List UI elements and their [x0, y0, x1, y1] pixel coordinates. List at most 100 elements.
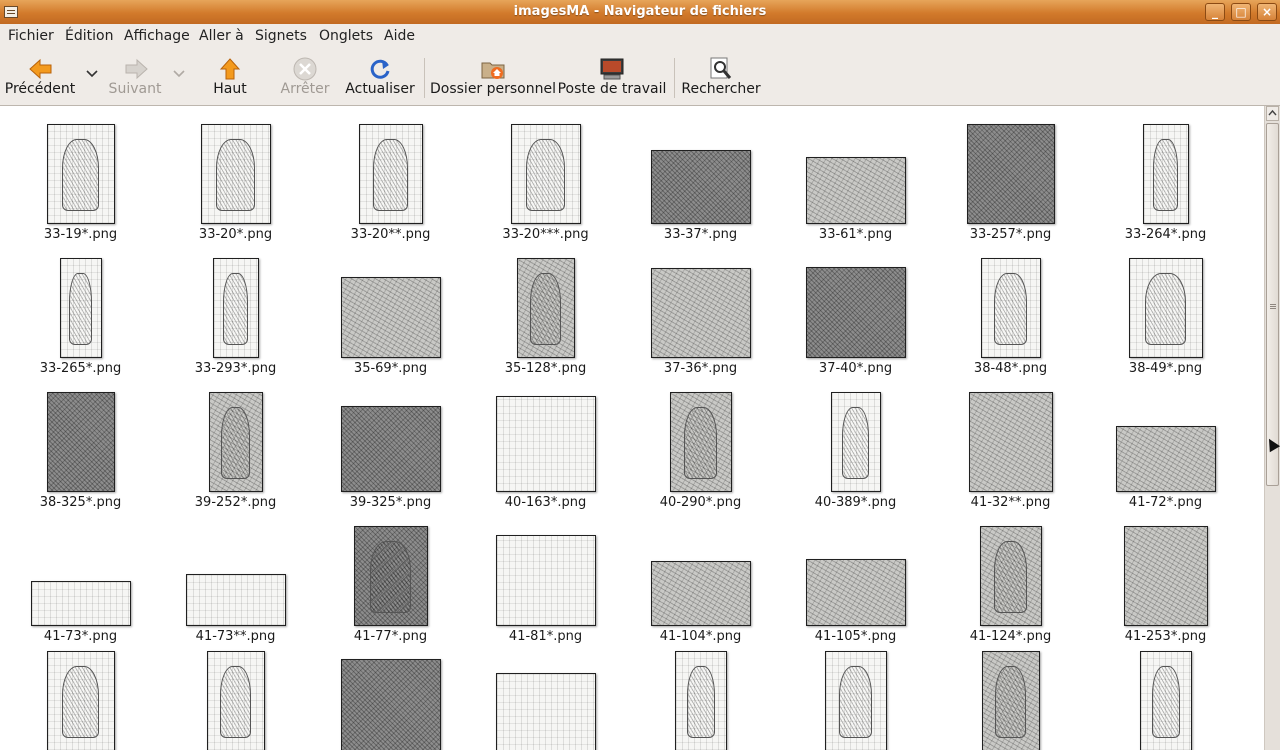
thumbnail-image — [805, 559, 906, 626]
thumbnail-image — [1139, 651, 1192, 750]
thumbnail-image — [979, 526, 1042, 626]
file-name: 37-36*.png — [663, 361, 738, 376]
file-name: 33-257*.png — [969, 227, 1052, 242]
menu-onglets[interactable]: Onglets — [319, 28, 373, 44]
thumbnail-image — [1115, 426, 1216, 492]
window-titlebar[interactable]: imagesMA - Navigateur de fichiers _ □ × — [0, 0, 1280, 25]
file-item[interactable]: 33-293*.png — [158, 242, 313, 376]
computer-button[interactable]: Poste de travail — [558, 48, 668, 105]
reload-button[interactable]: Actualiser — [342, 48, 418, 105]
file-icon-view[interactable]: 33-19*.png 33-20*.png 33-20**.png 33-20*… — [0, 106, 1264, 750]
menu-aller-a[interactable]: Aller à — [199, 28, 244, 44]
search-button[interactable]: Rechercher — [681, 48, 762, 105]
file-item[interactable] — [158, 644, 313, 750]
file-item[interactable]: 40-389*.png — [778, 376, 933, 510]
file-item[interactable]: 37-36*.png — [623, 242, 778, 376]
file-item[interactable]: 41-72*.png — [1088, 376, 1243, 510]
file-item[interactable] — [623, 644, 778, 750]
menu-edition[interactable]: Édition — [65, 28, 113, 44]
scroll-up-button[interactable] — [1266, 106, 1279, 121]
file-item[interactable]: 33-257*.png — [933, 108, 1088, 242]
file-item[interactable]: 33-264*.png — [1088, 108, 1243, 242]
file-item[interactable]: 41-73*.png — [3, 510, 158, 644]
file-item[interactable] — [1088, 644, 1243, 750]
file-item[interactable]: 41-73**.png — [158, 510, 313, 644]
computer-label: Poste de travail — [557, 81, 667, 97]
back-history-chevron-icon[interactable] — [86, 70, 98, 78]
maximize-button[interactable]: □ — [1231, 3, 1251, 21]
file-item[interactable]: 38-48*.png — [933, 242, 1088, 376]
thumbnail-image — [206, 651, 265, 750]
file-item[interactable]: 33-37*.png — [623, 108, 778, 242]
thumbnail-image — [340, 659, 441, 750]
thumbnail-image — [200, 124, 271, 224]
file-name: 38-48*.png — [973, 361, 1048, 376]
file-name: 41-73**.png — [195, 629, 276, 644]
file-item[interactable]: 41-253*.png — [1088, 510, 1243, 644]
file-name: 41-105*.png — [814, 629, 897, 644]
file-item[interactable]: 39-325*.png — [313, 376, 468, 510]
thumbnail-image — [185, 574, 286, 626]
scroll-thumb[interactable] — [1266, 123, 1279, 486]
file-item[interactable]: 41-32**.png — [933, 376, 1088, 510]
file-item[interactable]: 37-40*.png — [778, 242, 933, 376]
file-item[interactable]: 33-61*.png — [778, 108, 933, 242]
file-name: 41-81*.png — [508, 629, 583, 644]
computer-icon — [600, 58, 624, 80]
file-item[interactable]: 33-20***.png — [468, 108, 623, 242]
file-item[interactable]: 33-20*.png — [158, 108, 313, 242]
file-item[interactable]: 41-81*.png — [468, 510, 623, 644]
thumbnail-image — [208, 392, 263, 492]
thumbnail-image — [966, 124, 1055, 224]
thumbnail-image — [30, 581, 131, 626]
file-item[interactable] — [933, 644, 1088, 750]
file-name: 33-20**.png — [350, 227, 431, 242]
up-button[interactable]: Haut — [200, 48, 260, 105]
file-item[interactable]: 35-128*.png — [468, 242, 623, 376]
forward-history-chevron-icon[interactable] — [173, 70, 185, 78]
menu-aide[interactable]: Aide — [384, 28, 415, 44]
thumbnail-image — [46, 651, 115, 750]
back-button[interactable]: Précédent — [0, 48, 82, 105]
menu-fichier[interactable]: Fichier — [8, 28, 54, 44]
file-item[interactable]: 33-19*.png — [3, 108, 158, 242]
file-item[interactable] — [778, 644, 933, 750]
thumbnail-image — [1142, 124, 1189, 224]
file-item[interactable]: 41-77*.png — [313, 510, 468, 644]
minimize-button[interactable]: _ — [1205, 3, 1225, 21]
close-button[interactable]: × — [1257, 3, 1277, 21]
thumbnail-image — [1128, 258, 1203, 358]
back-label: Précédent — [4, 81, 76, 97]
file-item[interactable]: 35-69*.png — [313, 242, 468, 376]
arrow-right-icon — [125, 58, 148, 80]
home-folder-button[interactable]: Dossier personnel — [430, 48, 556, 105]
thumbnail-image — [340, 277, 441, 358]
file-name: 41-73*.png — [43, 629, 118, 644]
file-item[interactable]: 41-105*.png — [778, 510, 933, 644]
thumbnail-image — [495, 396, 596, 492]
thumbnail-image — [495, 673, 596, 750]
file-item[interactable] — [313, 644, 468, 750]
menu-affichage[interactable]: Affichage — [124, 28, 190, 44]
menu-signets[interactable]: Signets — [255, 28, 307, 44]
file-item[interactable] — [468, 644, 623, 750]
stop-button[interactable]: Arrêter — [275, 48, 335, 105]
thumbnail-image — [510, 124, 581, 224]
forward-button[interactable]: Suivant — [104, 48, 168, 105]
file-item[interactable]: 38-325*.png — [3, 376, 158, 510]
file-item[interactable]: 33-265*.png — [3, 242, 158, 376]
vertical-scrollbar[interactable] — [1264, 106, 1280, 750]
file-item[interactable]: 41-104*.png — [623, 510, 778, 644]
file-item[interactable]: 40-290*.png — [623, 376, 778, 510]
file-item[interactable] — [3, 644, 158, 750]
toolbar-separator — [674, 58, 675, 98]
file-item[interactable]: 40-163*.png — [468, 376, 623, 510]
toolbar: Précédent Suivant Haut Arrêter Actualise… — [0, 48, 1280, 106]
file-item[interactable]: 39-252*.png — [158, 376, 313, 510]
file-item[interactable]: 38-49*.png — [1088, 242, 1243, 376]
file-item[interactable]: 41-124*.png — [933, 510, 1088, 644]
thumbnail-image — [980, 258, 1041, 358]
file-name: 33-61*.png — [818, 227, 893, 242]
thumbnail-image — [669, 392, 732, 492]
file-item[interactable]: 33-20**.png — [313, 108, 468, 242]
